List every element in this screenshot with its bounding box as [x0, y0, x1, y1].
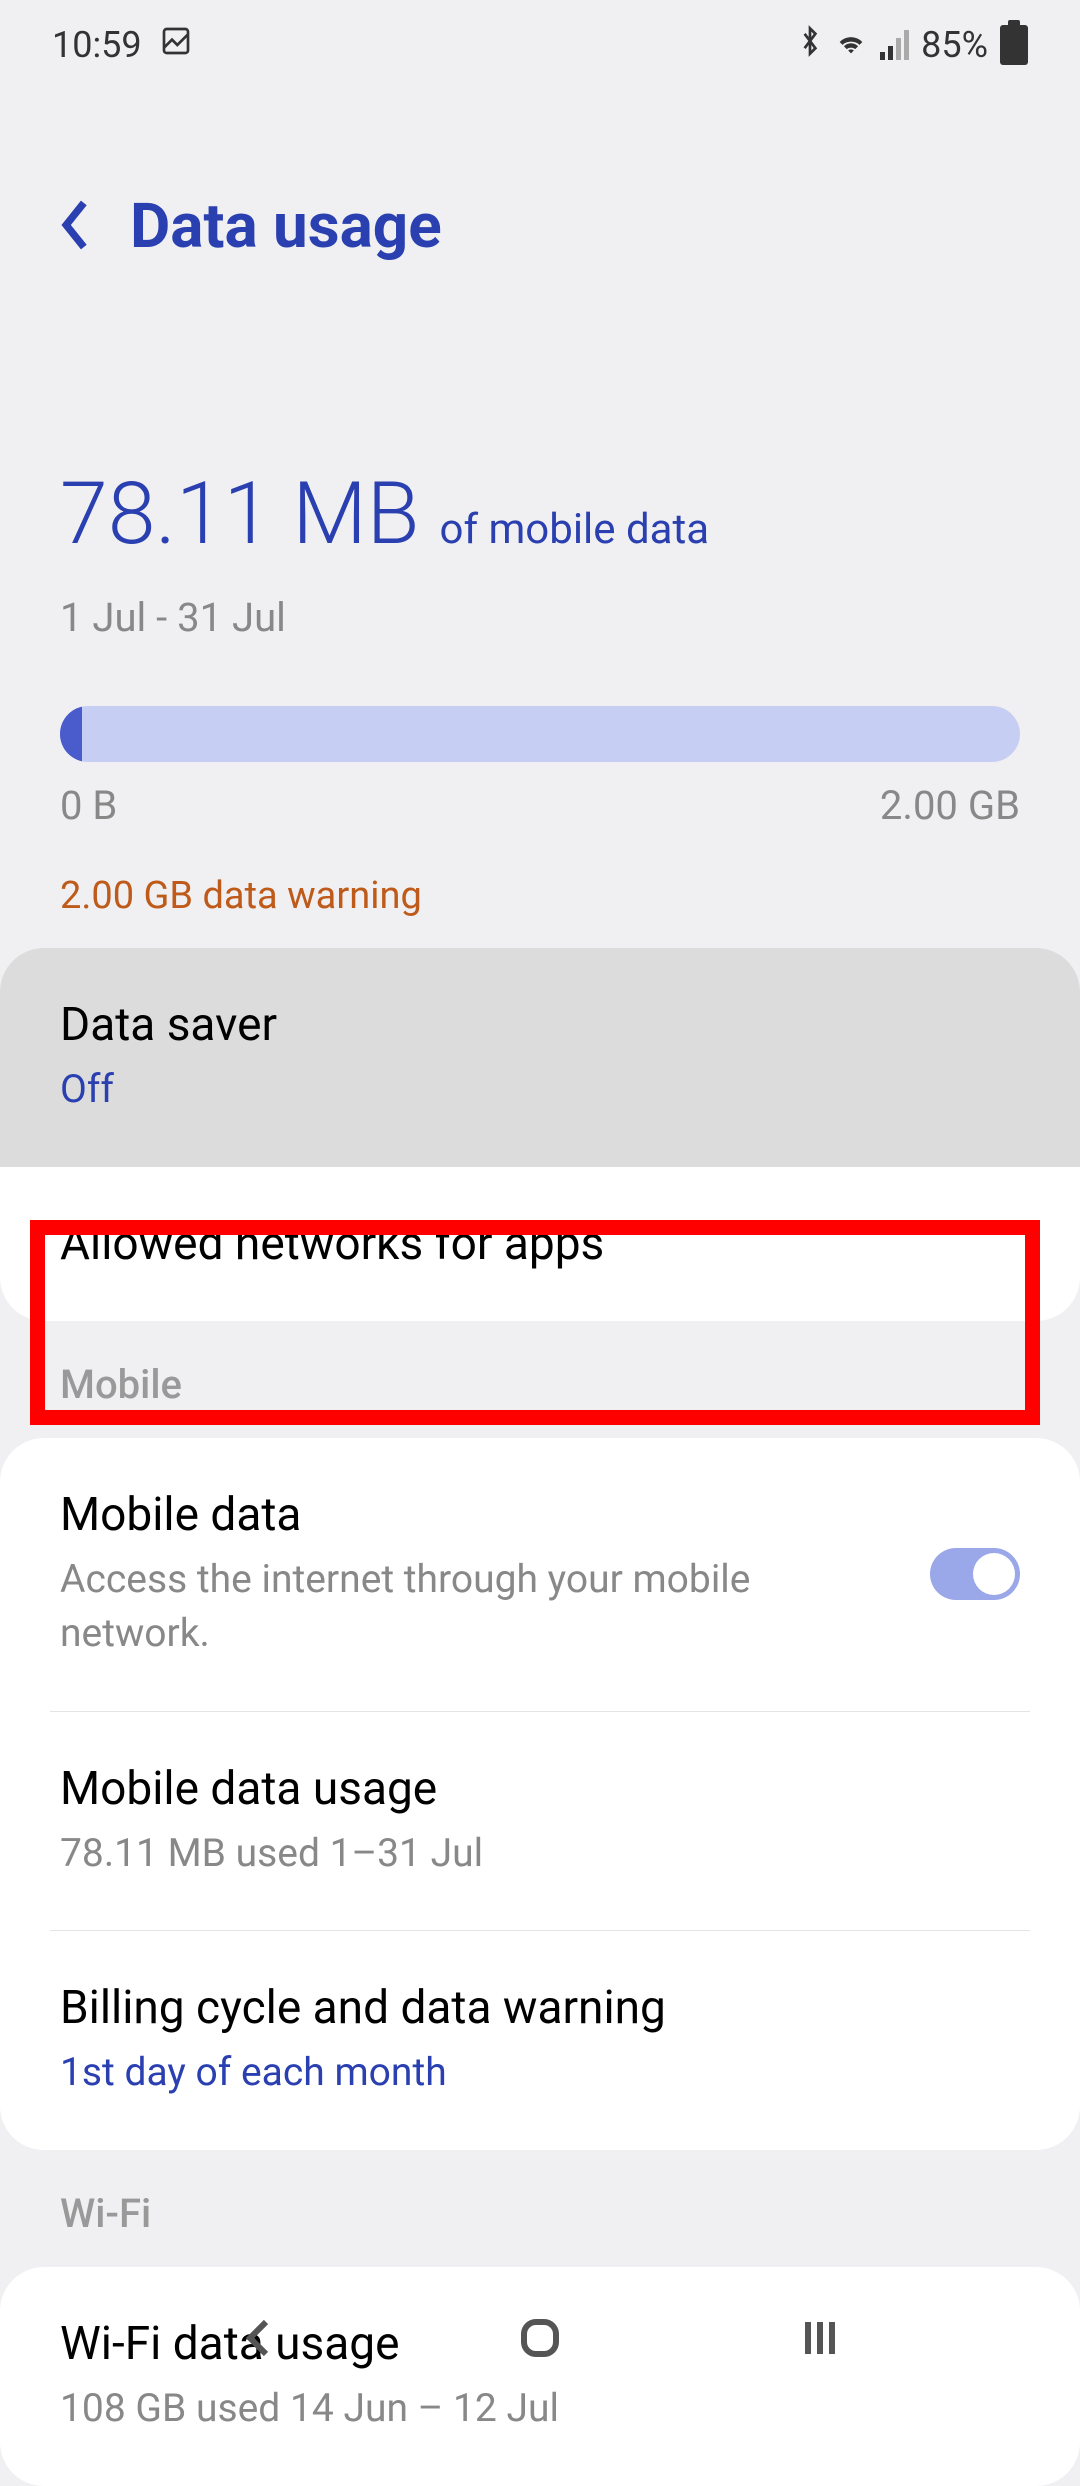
status-bar: 10:59 85%: [0, 0, 1080, 90]
page-header: Data usage: [0, 90, 1080, 323]
battery-icon: [1000, 25, 1028, 65]
navigation-bar: [0, 2280, 1080, 2400]
mobile-data-usage-title: Mobile data usage: [60, 1762, 1020, 1816]
mobile-data-usage-sub: 78.11 MB used 1–31 Jul: [60, 1826, 1020, 1881]
usage-summary: 78.11 MB of mobile data 1 Jul - 31 Jul: [0, 323, 1080, 681]
progress-bar-track: [60, 706, 1020, 762]
mobile-data-title: Mobile data: [60, 1488, 890, 1542]
mobile-data-sub: Access the internet through your mobile …: [60, 1552, 890, 1661]
allowed-networks-row[interactable]: Allowed networks for apps: [0, 1167, 1080, 1321]
recents-icon: [796, 2314, 844, 2362]
data-saver-row[interactable]: Data saver Off: [0, 948, 1080, 1167]
allowed-networks-title: Allowed networks for apps: [60, 1217, 1020, 1271]
gallery-icon: [160, 24, 192, 66]
mobile-data-usage-row[interactable]: Mobile data usage 78.11 MB used 1–31 Jul: [0, 1712, 1080, 1931]
mobile-data-toggle[interactable]: [930, 1548, 1020, 1600]
data-saver-title: Data saver: [60, 998, 1020, 1052]
toggle-knob: [973, 1553, 1015, 1595]
progress-bar-fill: [60, 706, 82, 762]
chevron-left-icon: [60, 200, 90, 250]
billing-cycle-sub: 1st day of each month: [60, 2045, 1020, 2100]
page-title: Data usage: [130, 190, 442, 263]
home-icon: [516, 2314, 564, 2362]
nav-home[interactable]: [516, 2314, 564, 2366]
data-warning-text: 2.00 GB data warning: [0, 829, 1080, 948]
bluetooth-icon: [798, 23, 822, 68]
usage-of-text: of mobile data: [440, 505, 710, 554]
data-saver-status: Off: [60, 1062, 1020, 1117]
chevron-left-icon: [236, 2314, 284, 2362]
progress-max-label: 2.00 GB: [880, 782, 1020, 829]
wifi-icon: [834, 24, 868, 66]
battery-percent: 85%: [921, 24, 988, 66]
mobile-data-row[interactable]: Mobile data Access the internet through …: [0, 1438, 1080, 1711]
back-button[interactable]: [60, 200, 90, 254]
nav-recents[interactable]: [796, 2314, 844, 2366]
signal-icon: [880, 30, 909, 60]
progress-min-label: 0 B: [60, 782, 117, 829]
section-mobile: Mobile: [0, 1321, 1080, 1438]
nav-back[interactable]: [236, 2314, 284, 2366]
billing-cycle-row[interactable]: Billing cycle and data warning 1st day o…: [0, 1931, 1080, 2150]
billing-cycle-title: Billing cycle and data warning: [60, 1981, 1020, 2035]
section-wifi: Wi-Fi: [0, 2150, 1080, 2267]
usage-amount: 78.11 MB: [60, 463, 420, 564]
status-time: 10:59: [52, 24, 142, 66]
usage-date-range: 1 Jul - 31 Jul: [60, 594, 1020, 641]
usage-progress[interactable]: 0 B 2.00 GB: [0, 681, 1080, 829]
